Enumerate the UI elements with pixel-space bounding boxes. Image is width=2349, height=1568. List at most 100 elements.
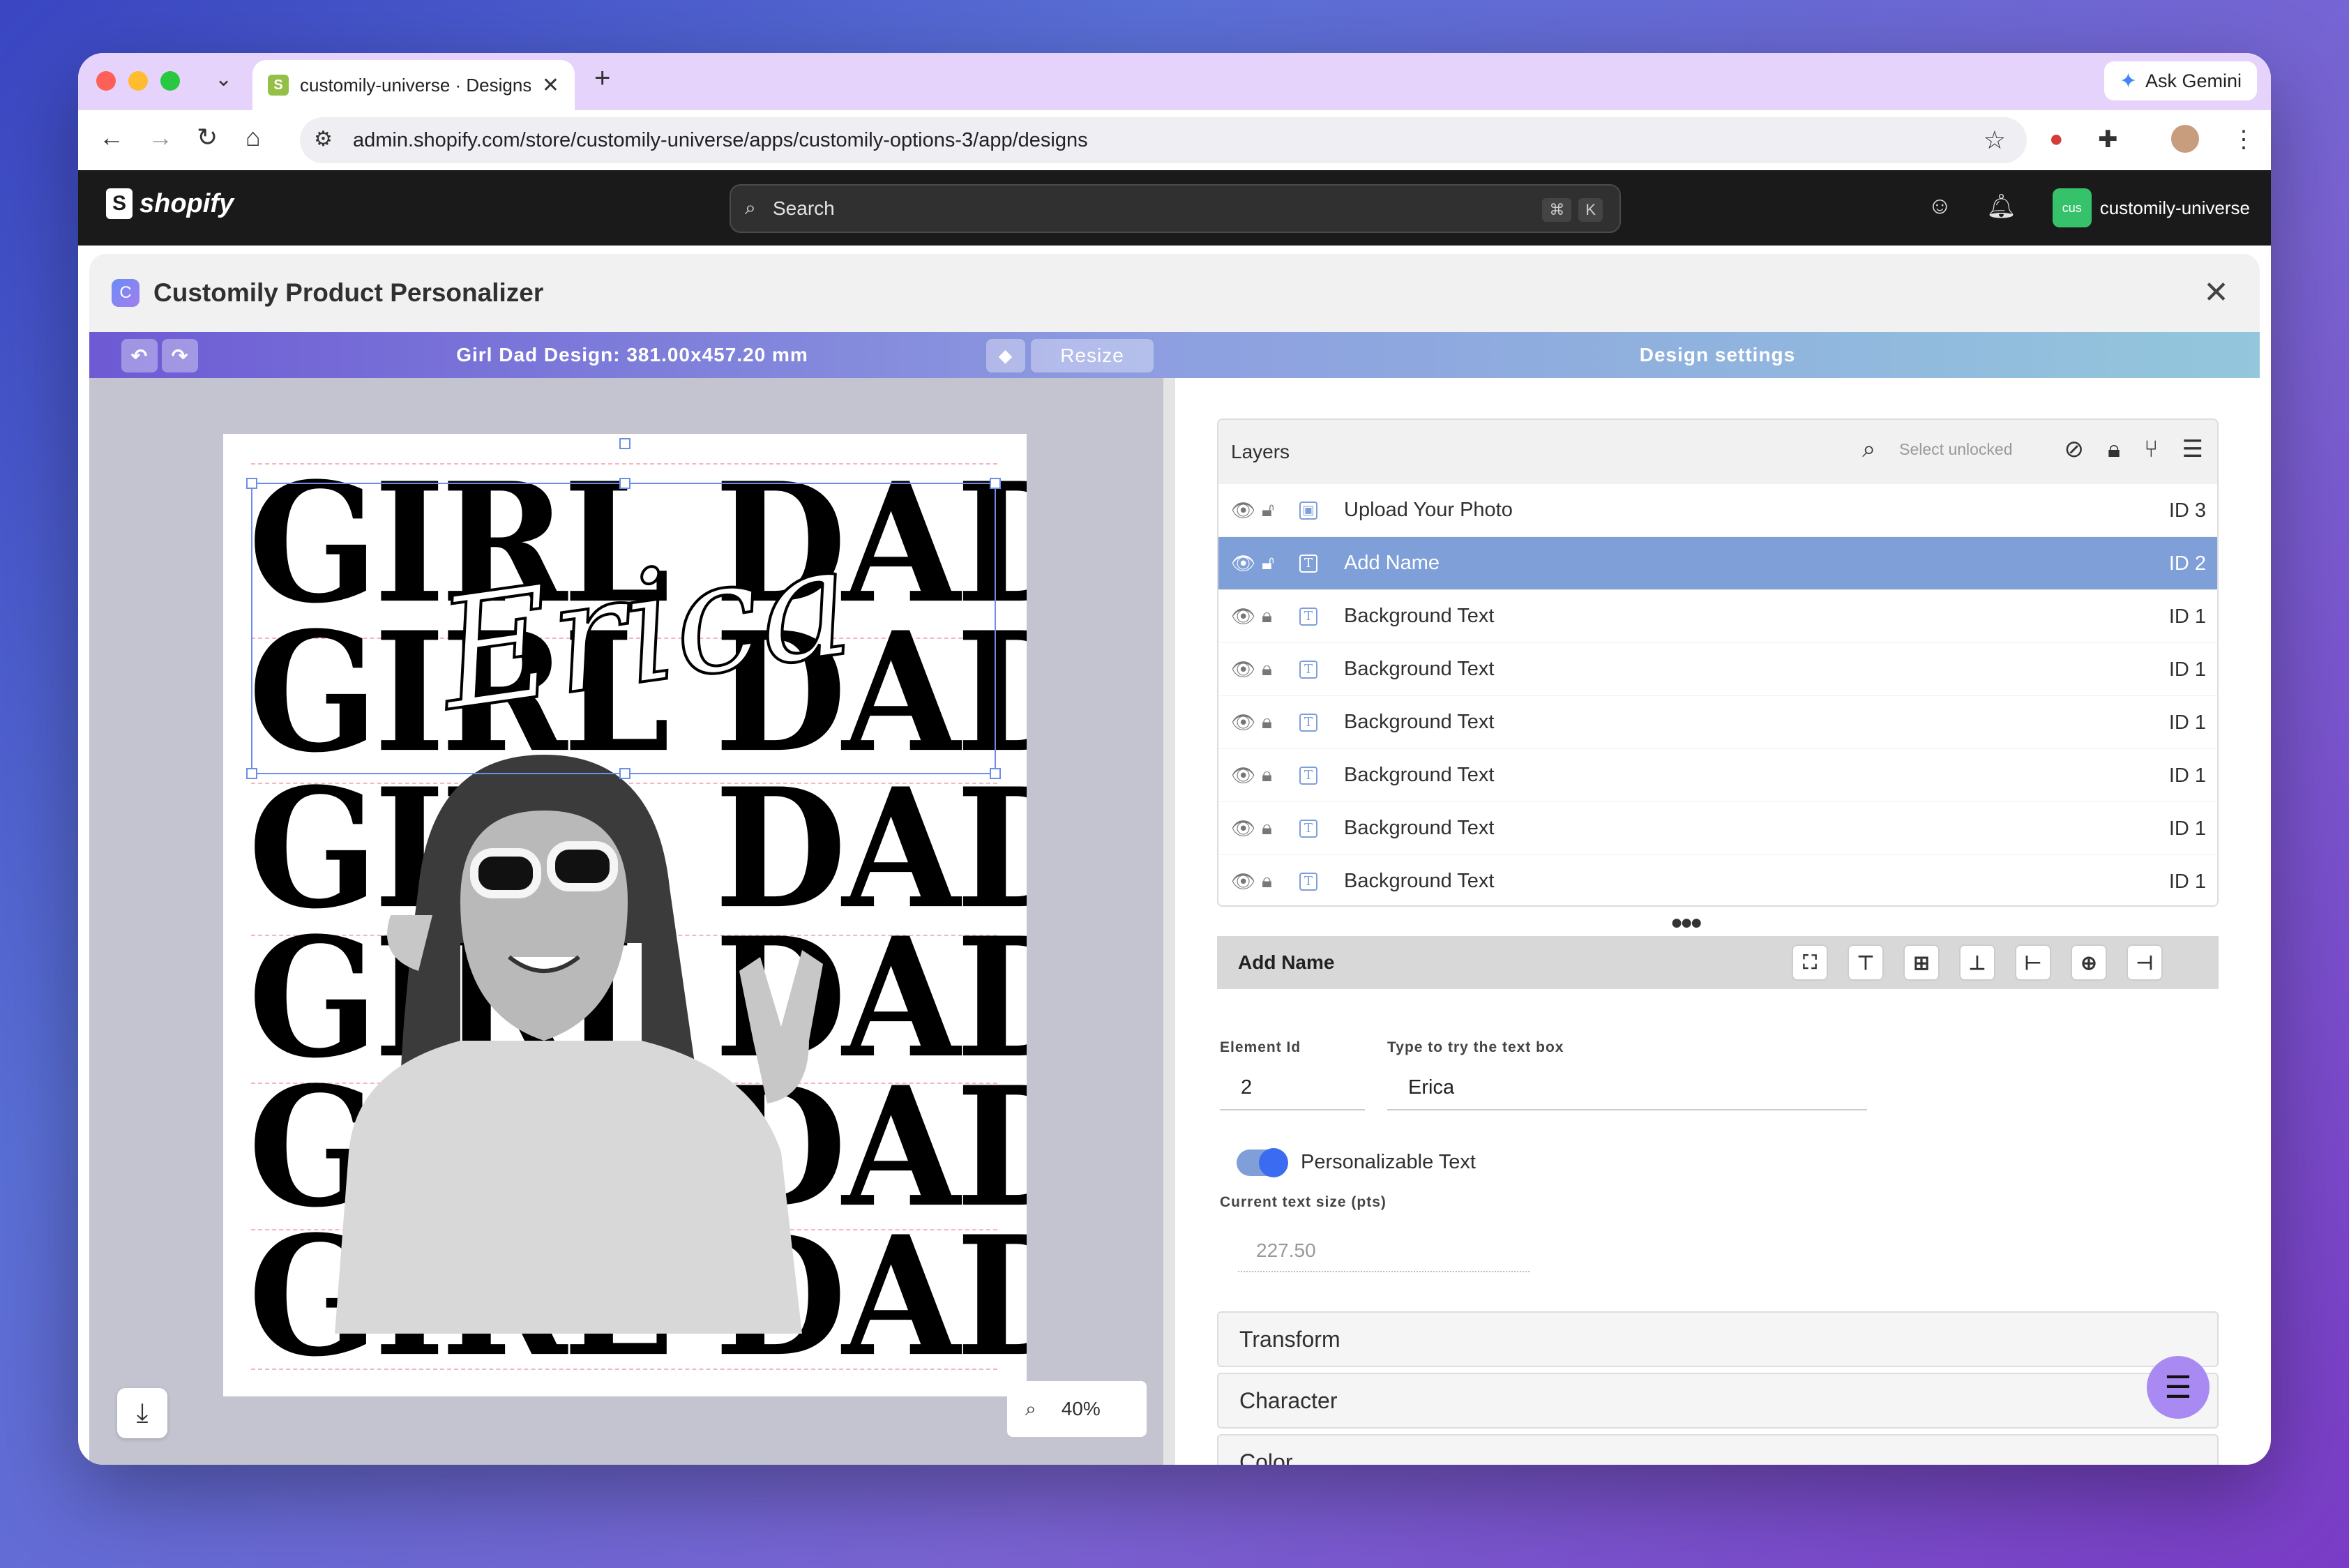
resize-handle[interactable] — [990, 768, 1001, 779]
align-middle-icon[interactable]: ⊞ — [1903, 944, 1940, 981]
layer-row[interactable]: 👁︎ 🔓︎ T Add Name ID 2 — [1218, 537, 2217, 590]
resize-button[interactable]: Resize — [1031, 339, 1154, 372]
browser-menu-icon[interactable]: ⋮ — [2232, 126, 2256, 153]
layer-name: Background Text — [1344, 711, 1495, 733]
resize-handle[interactable] — [990, 478, 1001, 489]
visibility-eye-icon[interactable]: 👁︎ — [1231, 870, 1262, 893]
layer-row[interactable]: 👁︎ 🔒︎ T Background Text ID 1 — [1218, 696, 2217, 749]
layer-row[interactable]: 👁︎ 🔒︎ T Background Text ID 1 — [1218, 590, 2217, 643]
select-unlocked-button[interactable]: Select unlocked — [1899, 440, 2012, 459]
canvas-scrollbar[interactable] — [1163, 378, 1175, 1465]
image-layer-icon: ▣ — [1299, 500, 1338, 521]
resize-handle[interactable] — [246, 478, 257, 489]
bookmark-star-icon[interactable]: ☆ — [1984, 126, 2006, 155]
close-modal-icon[interactable]: ✕ — [2203, 275, 2229, 310]
layer-row[interactable]: 👁︎ 🔒︎ T Background Text ID 1 — [1218, 749, 2217, 802]
color-section[interactable]: Color — [1217, 1434, 2219, 1465]
lock-icon[interactable]: 🔒︎ — [1262, 605, 1292, 628]
personalizable-toggle[interactable] — [1237, 1148, 1288, 1177]
new-tab-plus-icon[interactable]: + — [594, 63, 610, 94]
tag-icon[interactable]: ◆ — [986, 339, 1025, 372]
redo-icon[interactable]: ↷ — [162, 339, 198, 372]
unlock-icon[interactable]: 🔓︎ — [1262, 499, 1292, 522]
tab-list-chevron-icon[interactable]: ⌄ — [215, 67, 232, 91]
lock-icon[interactable]: 🔒︎ — [1262, 870, 1292, 893]
text-size-field[interactable]: 227.50 — [1238, 1230, 1530, 1272]
shopify-logo[interactable]: S shopify — [106, 188, 234, 219]
visibility-eye-icon[interactable]: 👁︎ — [1231, 552, 1262, 575]
transform-section[interactable]: Transform — [1217, 1311, 2219, 1367]
layer-row[interactable]: 👁︎ 🔓︎ ▣ Upload Your Photo ID 3 — [1218, 484, 2217, 537]
unlock-icon[interactable]: 🔓︎ — [1262, 552, 1292, 575]
selection-box[interactable] — [246, 438, 1001, 779]
lock-icon[interactable]: 🔒︎ — [1262, 658, 1292, 681]
download-icon[interactable]: ⤓ — [117, 1388, 167, 1438]
reload-icon[interactable]: ↻ — [197, 123, 218, 152]
align-center-icon[interactable]: ⊕ — [2071, 944, 2107, 981]
undo-icon[interactable]: ↶ — [121, 339, 158, 372]
text-size-label: Current text size (pts) — [1220, 1194, 1387, 1210]
rotate-handle[interactable] — [619, 438, 630, 449]
lock-icon[interactable]: 🔒︎ — [1262, 711, 1292, 734]
home-icon[interactable]: ⌂ — [246, 123, 261, 152]
extension-bug-icon[interactable]: ● — [2049, 126, 2064, 153]
visibility-eye-icon[interactable]: 👁︎ — [1231, 605, 1262, 628]
layer-row[interactable]: 👁︎ 🔒︎ T Background Text ID 1 — [1218, 643, 2217, 696]
notifications-bell-icon[interactable]: 🔔︎ — [1986, 193, 2016, 220]
layer-row[interactable]: 👁︎ 🔒︎ T Background Text ID 1 — [1218, 802, 2217, 855]
resize-handle[interactable] — [619, 478, 630, 489]
layers-stack-icon[interactable]: ☰ — [2182, 435, 2203, 463]
zoom-control[interactable]: ⌕ 40% — [1007, 1381, 1147, 1437]
element-id-field[interactable]: 2 — [1220, 1066, 1365, 1110]
layer-search-icon[interactable]: ⌕ — [1862, 436, 1875, 463]
sidekick-icon[interactable]: ☺ — [1928, 193, 1952, 220]
try-text-input[interactable]: Erica — [1387, 1066, 1867, 1110]
resize-handle[interactable] — [246, 768, 257, 779]
text-layer-icon: T — [1299, 765, 1338, 786]
fit-bounds-icon[interactable]: ⛶ — [1792, 944, 1828, 981]
store-switcher[interactable]: cus customily-universe — [2052, 188, 2250, 227]
hierarchy-icon[interactable]: ⑂ — [2144, 436, 2158, 463]
lock-all-icon[interactable]: 🔒︎ — [2108, 436, 2120, 463]
ask-gemini-button[interactable]: ✦ Ask Gemini — [2103, 61, 2257, 100]
hide-all-eye-off-icon[interactable]: ⊘ — [2064, 435, 2085, 463]
address-bar[interactable]: ⚙ admin.shopify.com/store/customily-univ… — [300, 117, 2027, 163]
forward-arrow-icon[interactable]: → — [148, 123, 173, 152]
layer-name: Background Text — [1344, 764, 1495, 786]
layers-panel: Layers ⌕ Select unlocked ⊘ 🔒︎ ⑂ ☰ 👁︎ 🔓︎ ▣ U… — [1217, 419, 2219, 907]
admin-search-input[interactable]: ⌕ Search ⌘ K — [730, 184, 1621, 233]
panel-resize-grip-icon[interactable]: ●●● — [1670, 911, 1702, 935]
site-settings-icon[interactable]: ⚙ — [314, 127, 333, 151]
back-arrow-icon[interactable]: ← — [99, 123, 124, 152]
align-right-icon[interactable]: ⊣ — [2127, 944, 2163, 981]
profile-avatar[interactable] — [2169, 123, 2201, 155]
close-window-button[interactable] — [96, 71, 116, 91]
layer-row[interactable]: 👁︎ 🔒︎ T Background Text ID 1 — [1218, 855, 2217, 905]
align-bottom-icon[interactable]: ⊥ — [1959, 944, 1995, 981]
tab-bar: ⌄ S customily-universe · Designs ✕ + ✦ A… — [78, 53, 2271, 110]
lock-icon[interactable]: 🔒︎ — [1262, 817, 1292, 840]
layer-name: Add Name — [1344, 552, 1440, 574]
visibility-eye-icon[interactable]: 👁︎ — [1231, 764, 1262, 787]
visibility-eye-icon[interactable]: 👁︎ — [1231, 658, 1262, 681]
design-canvas-area[interactable]: GIRL DAD GIRL DAD GIRL DAD GIRL DAD GIRL… — [89, 378, 1163, 1465]
resize-handle[interactable] — [619, 768, 630, 779]
character-section[interactable]: Character — [1217, 1373, 2219, 1428]
lock-icon[interactable]: 🔒︎ — [1262, 764, 1292, 787]
personalizable-label: Personalizable Text — [1301, 1151, 1476, 1173]
extensions-puzzle-icon[interactable]: ✚ — [2098, 126, 2118, 153]
close-tab-icon[interactable]: ✕ — [542, 73, 559, 98]
layers-title: Layers — [1231, 441, 1290, 462]
align-left-icon[interactable]: ⊢ — [2015, 944, 2051, 981]
browser-tab-active[interactable]: S customily-universe · Designs ✕ — [252, 60, 575, 110]
maximize-window-button[interactable] — [160, 71, 180, 91]
align-top-icon[interactable]: ⊤ — [1848, 944, 1884, 981]
layer-id: ID 1 — [2168, 817, 2206, 840]
chat-support-icon[interactable]: ☰ — [2147, 1356, 2210, 1419]
artboard[interactable]: GIRL DAD GIRL DAD GIRL DAD GIRL DAD GIRL… — [223, 434, 1027, 1396]
visibility-eye-icon[interactable]: 👁︎ — [1231, 711, 1262, 734]
visibility-eye-icon[interactable]: 👁︎ — [1231, 817, 1262, 840]
minimize-window-button[interactable] — [128, 71, 148, 91]
visibility-eye-icon[interactable]: 👁︎ — [1231, 499, 1262, 522]
search-icon: ⌕ — [745, 197, 756, 218]
